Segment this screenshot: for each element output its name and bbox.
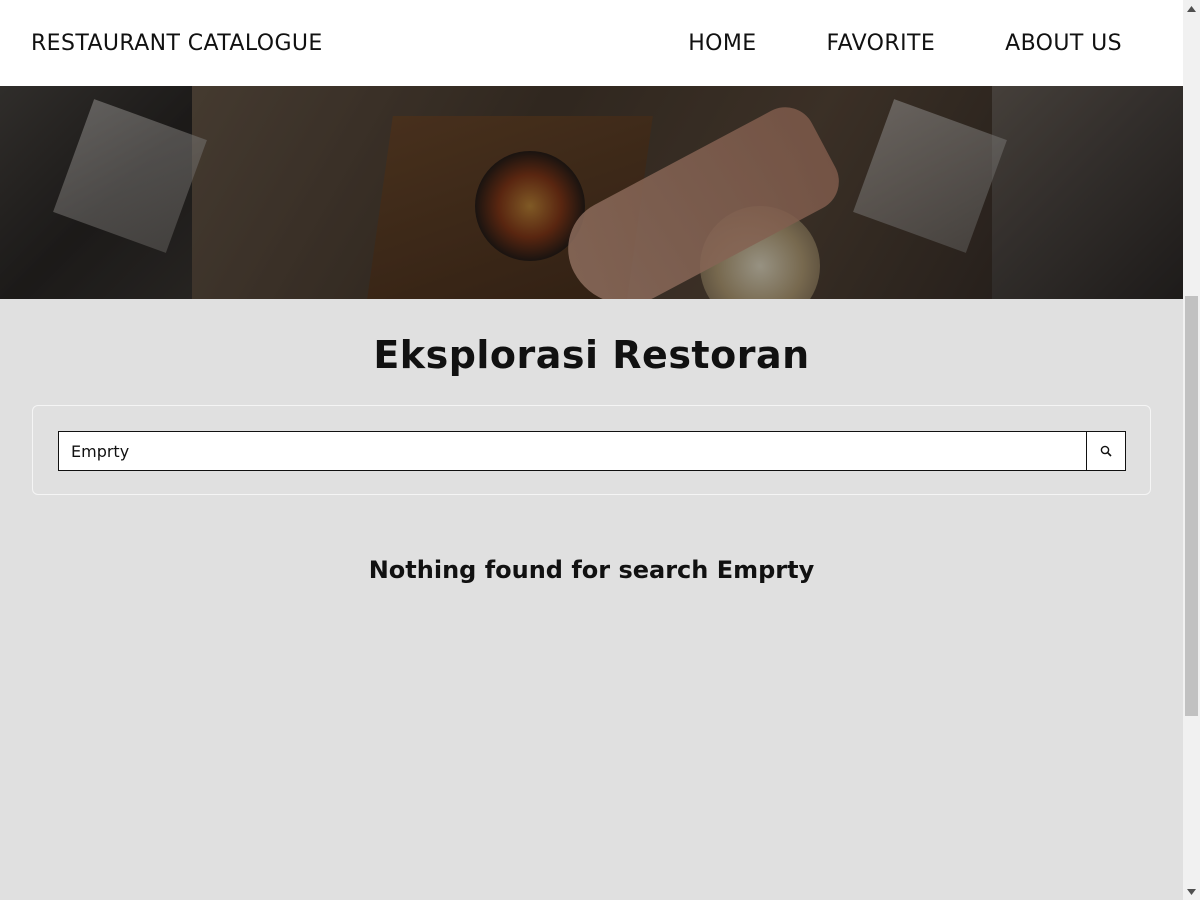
scrollbar-thumb[interactable]: [1185, 296, 1198, 716]
search-button[interactable]: [1086, 431, 1126, 471]
nav-favorite[interactable]: FAVORITE: [827, 31, 936, 56]
page-title: Eksplorasi Restoran: [373, 333, 810, 377]
search-input[interactable]: [58, 431, 1087, 471]
page: RESTAURANT CATALOGUE HOME FAVORITE ABOUT…: [0, 0, 1200, 900]
brand-title[interactable]: RESTAURANT CATALOGUE: [31, 31, 323, 56]
nav-home[interactable]: HOME: [688, 31, 756, 56]
vertical-scrollbar[interactable]: [1183, 0, 1200, 900]
hero-overlay: [0, 86, 1183, 299]
app-header: RESTAURANT CATALOGUE HOME FAVORITE ABOUT…: [0, 0, 1183, 86]
empty-search-message: Nothing found for search Emprty: [368, 556, 815, 584]
main-nav: HOME FAVORITE ABOUT US: [618, 31, 1122, 56]
search-icon: [1100, 445, 1112, 457]
scroll-down-arrow-icon[interactable]: [1183, 883, 1200, 900]
scroll-up-arrow-icon[interactable]: [1183, 0, 1200, 17]
search-card: [32, 405, 1151, 495]
nav-about-us[interactable]: ABOUT US: [1005, 31, 1122, 56]
hero-image: [0, 86, 1183, 299]
